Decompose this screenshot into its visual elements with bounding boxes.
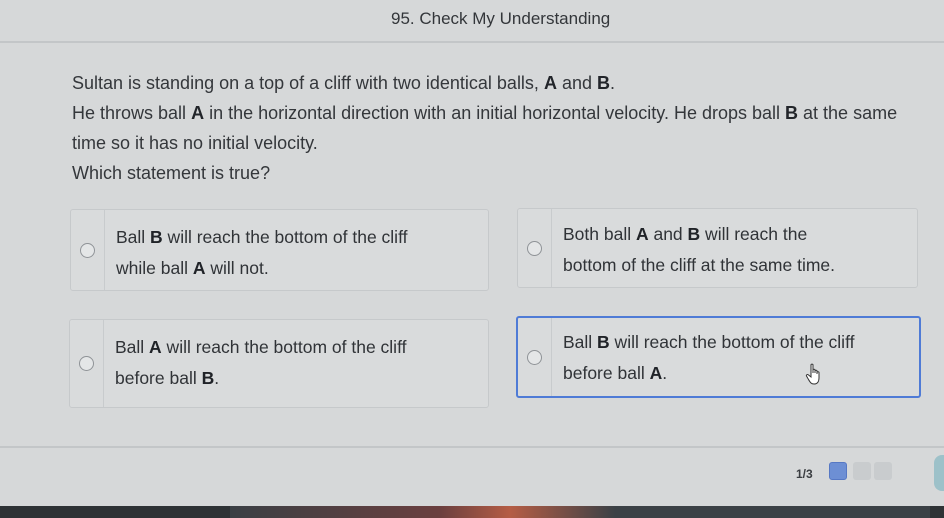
page-indicator: 1/3 [796, 467, 813, 481]
radio-circle-icon[interactable] [80, 242, 95, 258]
taskbar-strip [230, 506, 930, 518]
radio-circle-icon[interactable] [79, 356, 94, 371]
page-dot-3[interactable] [874, 462, 892, 480]
radio-circle-icon[interactable] [527, 349, 542, 365]
answer-option-3[interactable]: Ball A will reach the bottom of the clif… [69, 319, 489, 408]
answer-option-4[interactable]: Ball B will reach the bottom of the clif… [516, 316, 921, 398]
page-title: 95. Check My Understanding [391, 9, 611, 28]
question-prompt: Which statement is true? [72, 163, 271, 183]
answer-option-1[interactable]: Ball B will reach the bottom of the clif… [70, 209, 489, 291]
header-divider [0, 41, 944, 43]
question-line-1: Sultan is standing on a top of a cliff w… [72, 73, 615, 93]
answer-option-3-label: Ball A will reach the bottom of the clif… [115, 337, 407, 388]
question-line-2: He throws ball A in the horizontal direc… [72, 103, 898, 153]
question-text: Sultan is standing on a top of a cliff w… [72, 68, 902, 188]
page-dot-2[interactable] [853, 462, 871, 480]
taskbar [0, 506, 944, 518]
answer-option-2[interactable]: Both ball A and B will reach the bottom … [517, 208, 918, 288]
answer-option-1-label: Ball B will reach the bottom of the clif… [116, 227, 408, 278]
answer-option-2-label: Both ball A and B will reach the bottom … [563, 224, 836, 275]
page-dot-1[interactable] [829, 462, 847, 480]
hand-pointer-icon [805, 363, 820, 385]
footer-divider [0, 446, 944, 448]
side-panel-tab[interactable] [934, 455, 944, 491]
radio-circle-icon[interactable] [527, 240, 542, 256]
